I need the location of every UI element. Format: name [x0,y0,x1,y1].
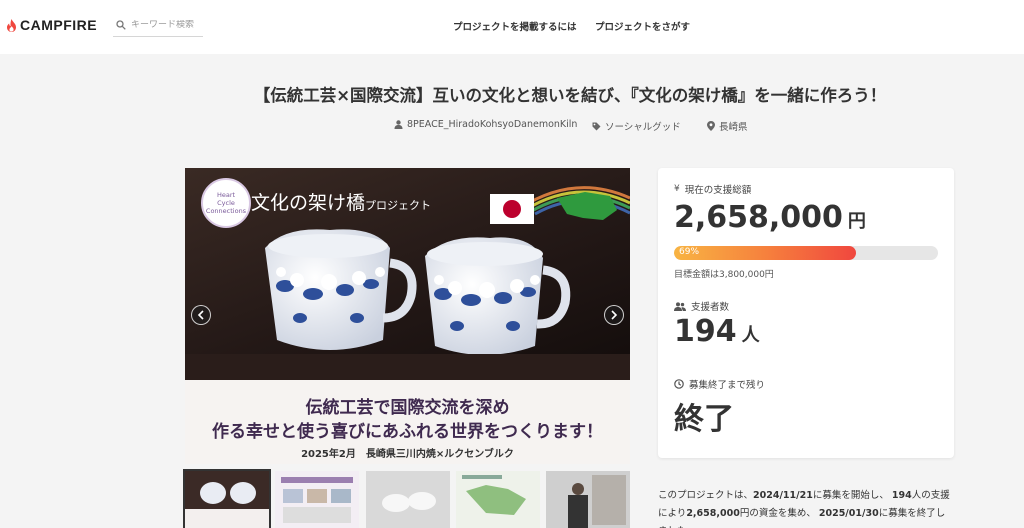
thumbnail-map-image [462,475,526,515]
remaining-value-text: 終了 [674,402,734,437]
heart-cycle-connections-logo: Heart Cycle Connections [201,178,251,228]
backers-label-text: 支援者数 [691,302,730,313]
yen-icon: ¥ [674,184,680,194]
project-owner[interactable]: 8PEACE_HiradoKohsyoDanemonKiln [394,119,577,130]
funding-stats-card: ¥ 現在の支援総額 2,658,000 円 69% 目標金額は3,800,000… [658,168,954,458]
thumbnail-craftsman-image [568,475,626,528]
banner-line-1: 伝統工芸で国際交流を深め [305,398,510,418]
progress-fill [674,246,857,260]
nav-post-project[interactable]: プロジェクトを掲載するには [453,19,577,33]
badge-line: Connections [205,207,247,215]
nav-find-project[interactable]: プロジェクトをさがす [595,19,690,33]
summary-text: このプロジェクトは、 [658,490,754,501]
hero-banner: 伝統工芸で国際交流を深め 作る幸せと使う喜びにあふれる世界をつくります！ 202… [185,380,630,464]
thumbnail-cups-image [185,482,269,528]
thumbnail-1[interactable] [183,469,271,528]
backers-count: 194 人 [674,314,760,349]
project-location[interactable]: 長崎県 [707,119,748,133]
carousel-next-button[interactable] [604,305,624,325]
remaining-value: 終了 [674,394,734,438]
summary-text: に募集を開始し、 [812,490,889,501]
japan-flag-icon [490,194,534,224]
location-name: 長崎県 [719,122,748,133]
summary-text: 円の資金を集め、 [739,508,816,519]
total-amount: 2,658,000 円 [674,200,866,235]
total-amount-value: 2,658,000 [674,200,843,235]
funding-progress-bar: 69% [674,246,938,260]
chevron-right-icon [611,310,618,320]
owner-name: 8PEACE_HiradoKohsyoDanemonKiln [407,119,578,130]
hero-heading-main: 文化の架け橋 [251,192,366,214]
hero-heading-suffix: プロジェクト [365,199,432,212]
hero-heading: 文化の架け橋プロジェクト [251,188,431,215]
logo-text: CAMPFIRE [20,17,98,33]
carousel-prev-button[interactable] [191,305,211,325]
top-header: CAMPFIRE プロジェクトを掲載するには プロジェクトをさがす [0,0,1024,54]
chevron-left-icon [197,310,204,320]
project-title: 【伝統工芸×国際交流】互いの文化と想いを結び、『文化の架け橋』を一緒に作ろう！ [253,86,887,105]
tag-icon [592,122,601,130]
summary-end-date: 2025/01/30 [818,508,879,519]
remaining-label: 募集終了まで残り [674,377,765,391]
location-pin-icon [707,121,715,131]
thumbnail-strip [183,469,630,528]
total-label-text: 現在の支援総額 [684,185,752,196]
flame-icon [7,18,16,32]
search-input[interactable] [131,19,199,30]
remaining-label-text: 募集終了まで残り [689,380,766,391]
goal-amount: 目標金額は3,800,000円 [674,270,774,280]
badge-line: Heart [216,191,236,199]
thumbnail-3[interactable] [366,471,450,528]
thumbnail-document-image [281,477,353,523]
total-amount-unit: 円 [847,211,866,232]
badge-line: Cycle [217,199,235,207]
banner-line-3: 2025年2月 長崎県三川内焼×ルクセンブルク [301,449,514,460]
banner-line-2: 作る幸せと使う喜びにあふれる世界をつくります！ [212,422,603,442]
project-summary: このプロジェクトは、2024/11/21に募集を開始し、 194人の支援により2… [658,487,954,528]
summary-amount: 2,658,000 [686,508,740,519]
clock-icon [674,379,684,389]
cups-photo: Heart Cycle Connections 文化の架け橋プロジェクト [185,168,630,380]
thumbnail-figurines-image [382,492,436,512]
backers-label: 支援者数 [674,299,729,313]
user-icon [394,120,403,129]
summary-start-date: 2024/11/21 [753,490,813,501]
project-category[interactable]: ソーシャルグッド [592,119,681,133]
total-label: ¥ 現在の支援総額 [674,182,751,196]
users-icon [674,301,686,311]
search-box[interactable] [113,13,203,37]
project-main-image: Heart Cycle Connections 文化の架け橋プロジェクト 伝統工… [185,168,630,464]
campfire-logo[interactable]: CAMPFIRE [6,17,97,33]
backers-count-unit: 人 [741,325,760,346]
summary-backers: 194 [891,490,912,501]
search-icon [116,19,126,30]
thumbnail-4[interactable] [456,471,540,528]
backers-count-value: 194 [674,314,737,349]
progress-percent: 69% [679,247,700,257]
thumbnail-2[interactable] [275,471,359,528]
thumbnail-5[interactable] [546,471,630,528]
category-name: ソーシャルグッド [605,122,681,133]
